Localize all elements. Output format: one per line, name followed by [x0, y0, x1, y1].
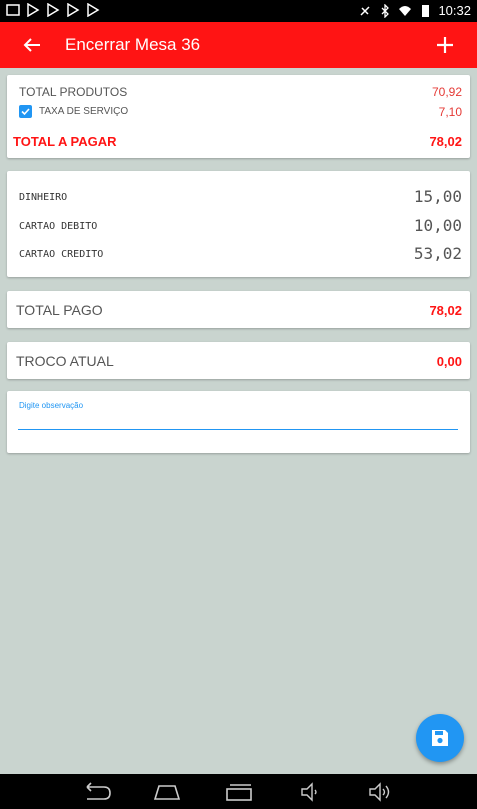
- troco-card: TROCO ATUAL 0,00: [7, 342, 470, 379]
- screenshot-icon: [6, 4, 20, 16]
- play-store-icon: [67, 3, 80, 17]
- total-produtos-label: TOTAL PRODUTOS: [19, 85, 128, 99]
- total-pagar-value: 78,02: [429, 134, 462, 149]
- volume-down-icon[interactable]: [300, 782, 324, 802]
- observacao-card: Digite observação: [7, 391, 470, 453]
- status-bar: 10:32: [0, 0, 477, 22]
- plus-icon[interactable]: [433, 33, 457, 57]
- battery-icon: [422, 4, 430, 17]
- save-icon: [432, 730, 448, 746]
- total-produtos-value: 70,92: [431, 85, 462, 99]
- summary-card: TOTAL PRODUTOS 70,92 TAXA DE SERVIÇO 7,1…: [7, 75, 470, 158]
- back-icon[interactable]: [82, 782, 112, 802]
- page-title: Encerrar Mesa 36: [65, 35, 201, 54]
- payment-dinheiro-label: DINHEIRO: [19, 192, 68, 203]
- wifi-icon: [399, 5, 412, 16]
- observacao-hint: Digite observação: [19, 401, 84, 410]
- payment-cartao-debito-value: 10,00: [413, 216, 462, 235]
- status-time: 10:32: [438, 3, 471, 18]
- total-pagar-label: TOTAL A PAGAR: [13, 134, 117, 149]
- play-store-icon: [87, 3, 100, 17]
- payment-cartao-credito-label: CARTAO CREDITO: [19, 249, 104, 260]
- total-pago-card: TOTAL PAGO 78,02: [7, 291, 470, 328]
- save-button[interactable]: [416, 714, 464, 762]
- recents-icon[interactable]: [224, 782, 254, 802]
- navigation-bar: [0, 774, 477, 809]
- volume-up-icon[interactable]: [368, 782, 394, 802]
- mute-icon: [360, 5, 370, 16]
- total-pago-label: TOTAL PAGO: [16, 302, 103, 318]
- arrow-left-icon[interactable]: [20, 33, 44, 57]
- play-store-icon: [47, 3, 60, 17]
- taxa-servico-checkbox[interactable]: [19, 105, 32, 118]
- total-pago-value: 78,02: [429, 303, 462, 318]
- payment-cartao-credito-value: 53,02: [413, 244, 462, 263]
- payments-card: DINHEIRO 15,00 CARTAO DEBITO 10,00 CARTA…: [7, 171, 470, 277]
- troco-value: 0,00: [436, 354, 462, 369]
- taxa-servico-label: TAXA DE SERVIÇO: [39, 106, 129, 117]
- play-store-icon: [27, 3, 40, 17]
- observacao-input[interactable]: [18, 413, 458, 430]
- payment-cartao-debito-label: CARTAO DEBITO: [19, 221, 98, 232]
- bluetooth-icon: [381, 3, 390, 18]
- payment-dinheiro-value: 15,00: [413, 187, 462, 206]
- app-bar: Encerrar Mesa 36: [0, 22, 477, 68]
- troco-label: TROCO ATUAL: [16, 353, 114, 369]
- home-icon[interactable]: [152, 782, 182, 802]
- taxa-servico-value: 7,10: [438, 105, 462, 119]
